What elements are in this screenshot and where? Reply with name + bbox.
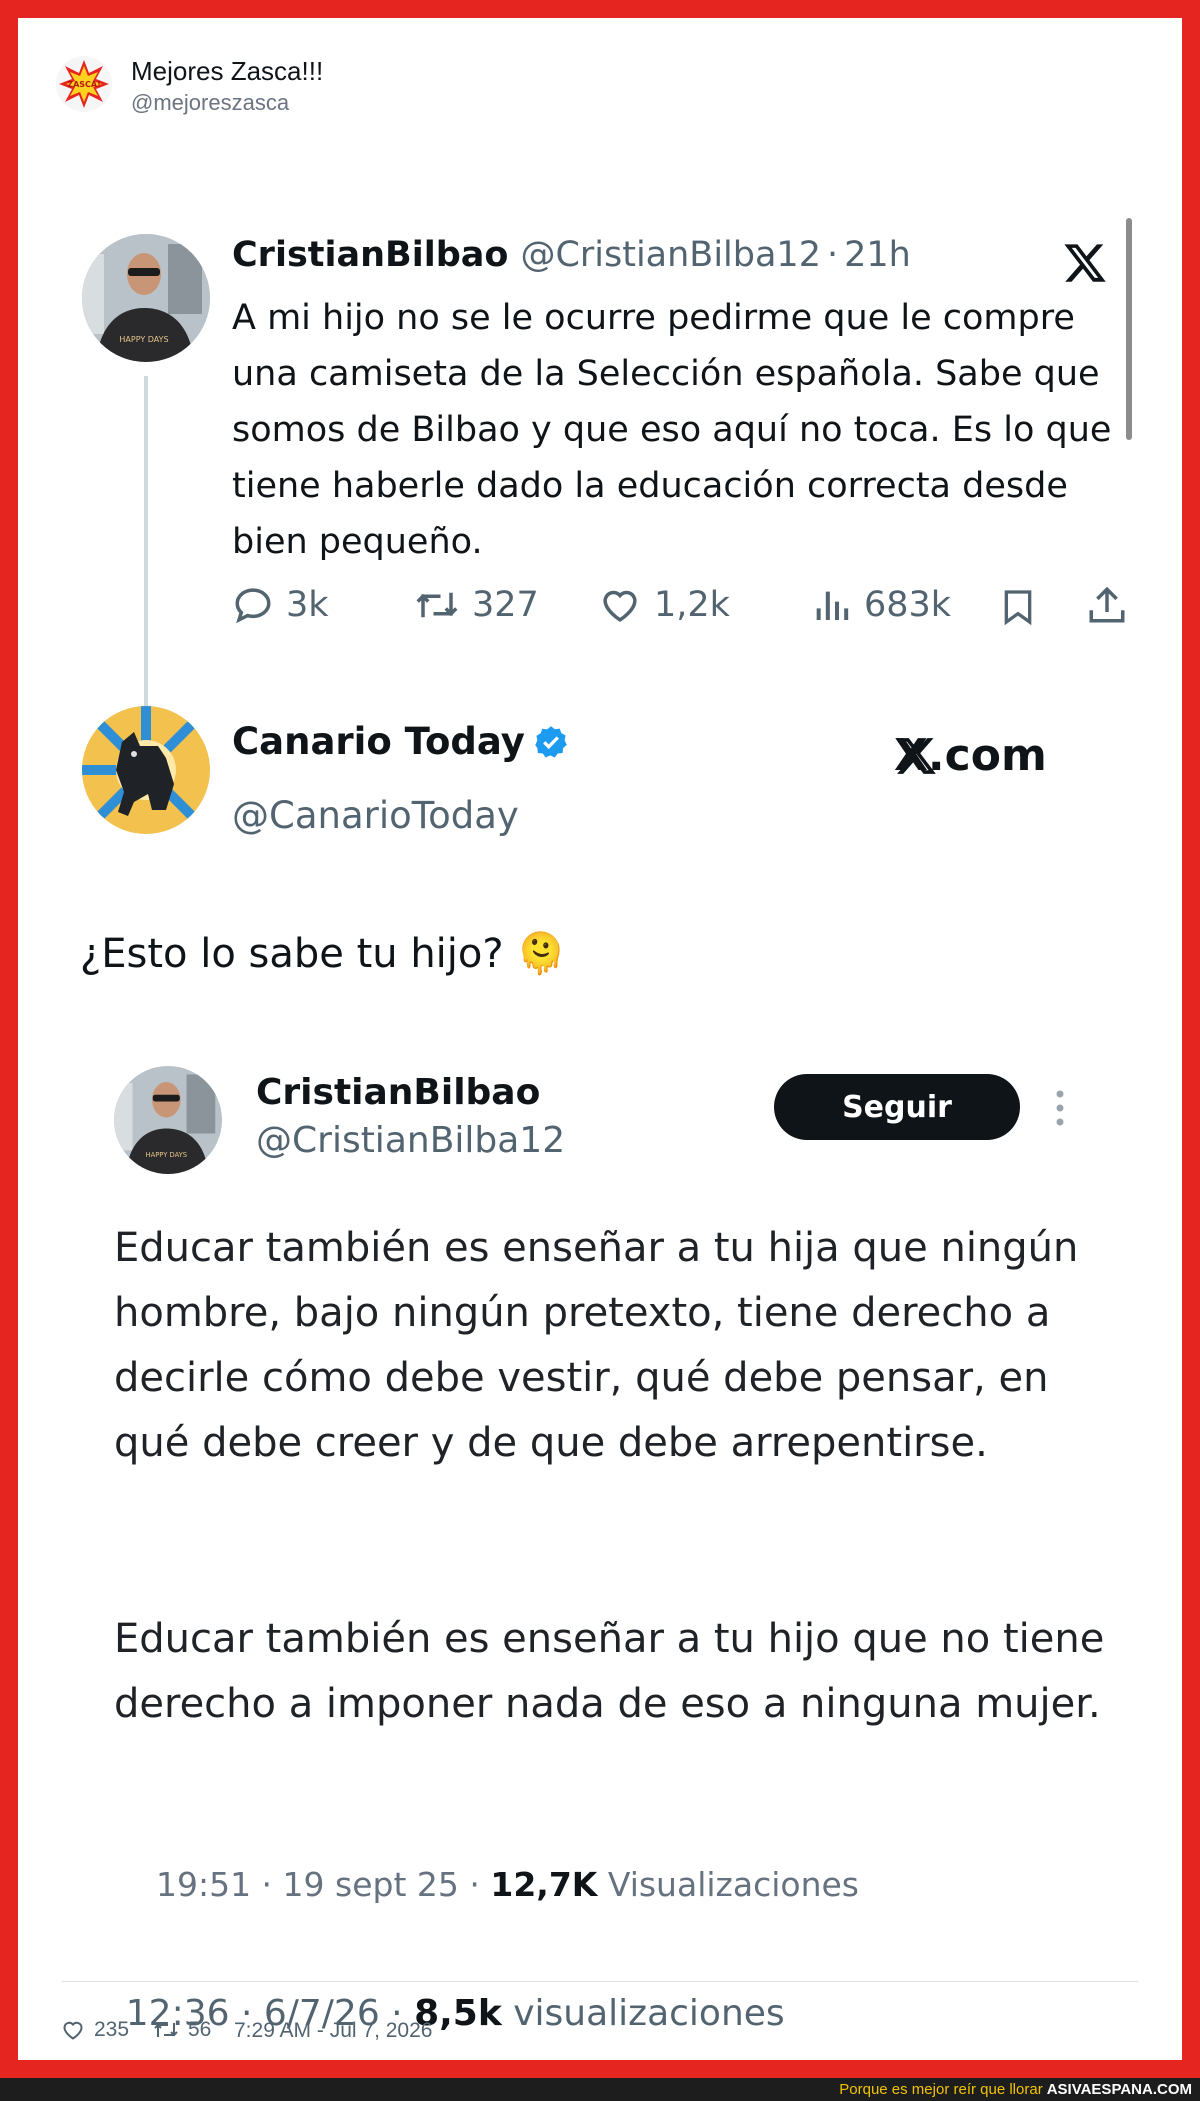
tweet-card: ZASCA! Mejores Zasca!!! @mejoreszasca HA… [18,18,1182,2060]
tweet2-text: ¿Esto lo sabe tu hijo? 🫠 [80,931,567,977]
brand-text: X.com [894,730,1047,781]
x-com-brand: X.com [894,730,1047,781]
wrapper-retweet-button[interactable]: 56 [152,2018,211,2042]
x-logo-icon[interactable] [1062,240,1108,291]
share-icon[interactable] [1086,584,1128,631]
wrapper-like-button[interactable]: 235 [60,2018,129,2042]
tweet1-avatar[interactable]: HAPPY DAYS [82,234,210,362]
divider [62,1981,1138,1982]
reply-icon [235,588,271,624]
quote-avatar[interactable]: HAPPY DAYS [114,1066,222,1174]
like-button[interactable]: 1,2k [598,584,730,626]
tweet2-views-label: visualizaciones [501,1993,785,2034]
quote-author-handle[interactable]: @CristianBilba12 [256,1120,565,1161]
svg-text:HAPPY DAYS: HAPPY DAYS [146,1151,188,1159]
retweet-icon [154,2023,178,2037]
like-icon [63,2021,83,2040]
verified-badge-icon [535,725,567,757]
views-icon [816,591,849,620]
quote-views-count: 12,7K [490,1865,598,1904]
tweet1-time[interactable]: 21h [844,235,911,275]
views-button[interactable]: 683k [812,584,951,626]
retweet-count: 327 [472,585,539,625]
bookmark-icon[interactable] [998,586,1038,633]
tweet1-header: CristianBilbao @CristianBilba12 · 21h [232,235,911,275]
quote-views-label: Visualizaciones [597,1865,859,1904]
wrapper-like-count: 235 [94,2018,130,2041]
retweet-button[interactable]: 327 [414,584,539,626]
tweet1-author-handle[interactable]: @CristianBilba12 [520,235,821,275]
site-footer: Porque es mejor reír que llorar ASIVAESP… [0,2078,1200,2101]
quote-paragraph-1: Educar también es enseñar a tu hija que … [114,1225,1079,1466]
wrapper-author-name[interactable]: Mejores Zasca!!! [131,56,323,87]
wrapper-timestamp[interactable]: 7:29 AM - Jul 7, 2026 [234,2019,432,2043]
wrapper-avatar[interactable]: ZASCA! [56,56,112,112]
footer-site[interactable]: ASIVAESPANA.COM [1047,2081,1192,2098]
wrapper-retweet-count: 56 [188,2018,212,2041]
reply-button[interactable]: 3k [232,584,329,626]
quote-paragraph-2: Educar también es enseñar a tu hijo que … [114,1616,1105,1727]
tweet2-author-handle[interactable]: @CanarioToday [232,794,519,837]
quote-meta: 19:51 · 19 sept 25 · 12,7K Visualizacion… [114,1826,859,1943]
thread-connector-line [144,376,148,708]
tweet2-avatar[interactable] [82,706,210,834]
like-icon [603,590,637,622]
tweet2-meta: 12:36 · 6/7/26 · 8,5k visualizaciones [80,1952,785,2060]
quote-timestamp[interactable]: 19:51 · 19 sept 25 · [156,1865,490,1904]
quote-author-name[interactable]: CristianBilbao [256,1072,540,1113]
tweet1-author-name[interactable]: CristianBilbao [232,235,508,275]
tweet1-text: A mi hijo no se le ocurre pedirme que le… [232,298,1112,562]
svg-text:HAPPY DAYS: HAPPY DAYS [119,335,168,344]
svg-text:ZASCA!: ZASCA! [67,80,100,89]
wrapper-author-handle[interactable]: @mejoreszasca [131,90,289,116]
more-options-icon[interactable] [1054,1088,1066,1133]
tweet2-author-name[interactable]: Canario Today [232,720,525,763]
like-count: 1,2k [654,585,730,625]
retweet-icon [416,592,458,618]
footer-tagline: Porque es mejor reír que llorar [839,2081,1043,2098]
tweet1-separator: · [826,235,839,275]
tweet2-header: Canario Today [232,720,569,763]
views-count: 683k [864,585,952,625]
reply-count: 3k [286,585,329,625]
follow-button[interactable]: Seguir [774,1074,1020,1140]
